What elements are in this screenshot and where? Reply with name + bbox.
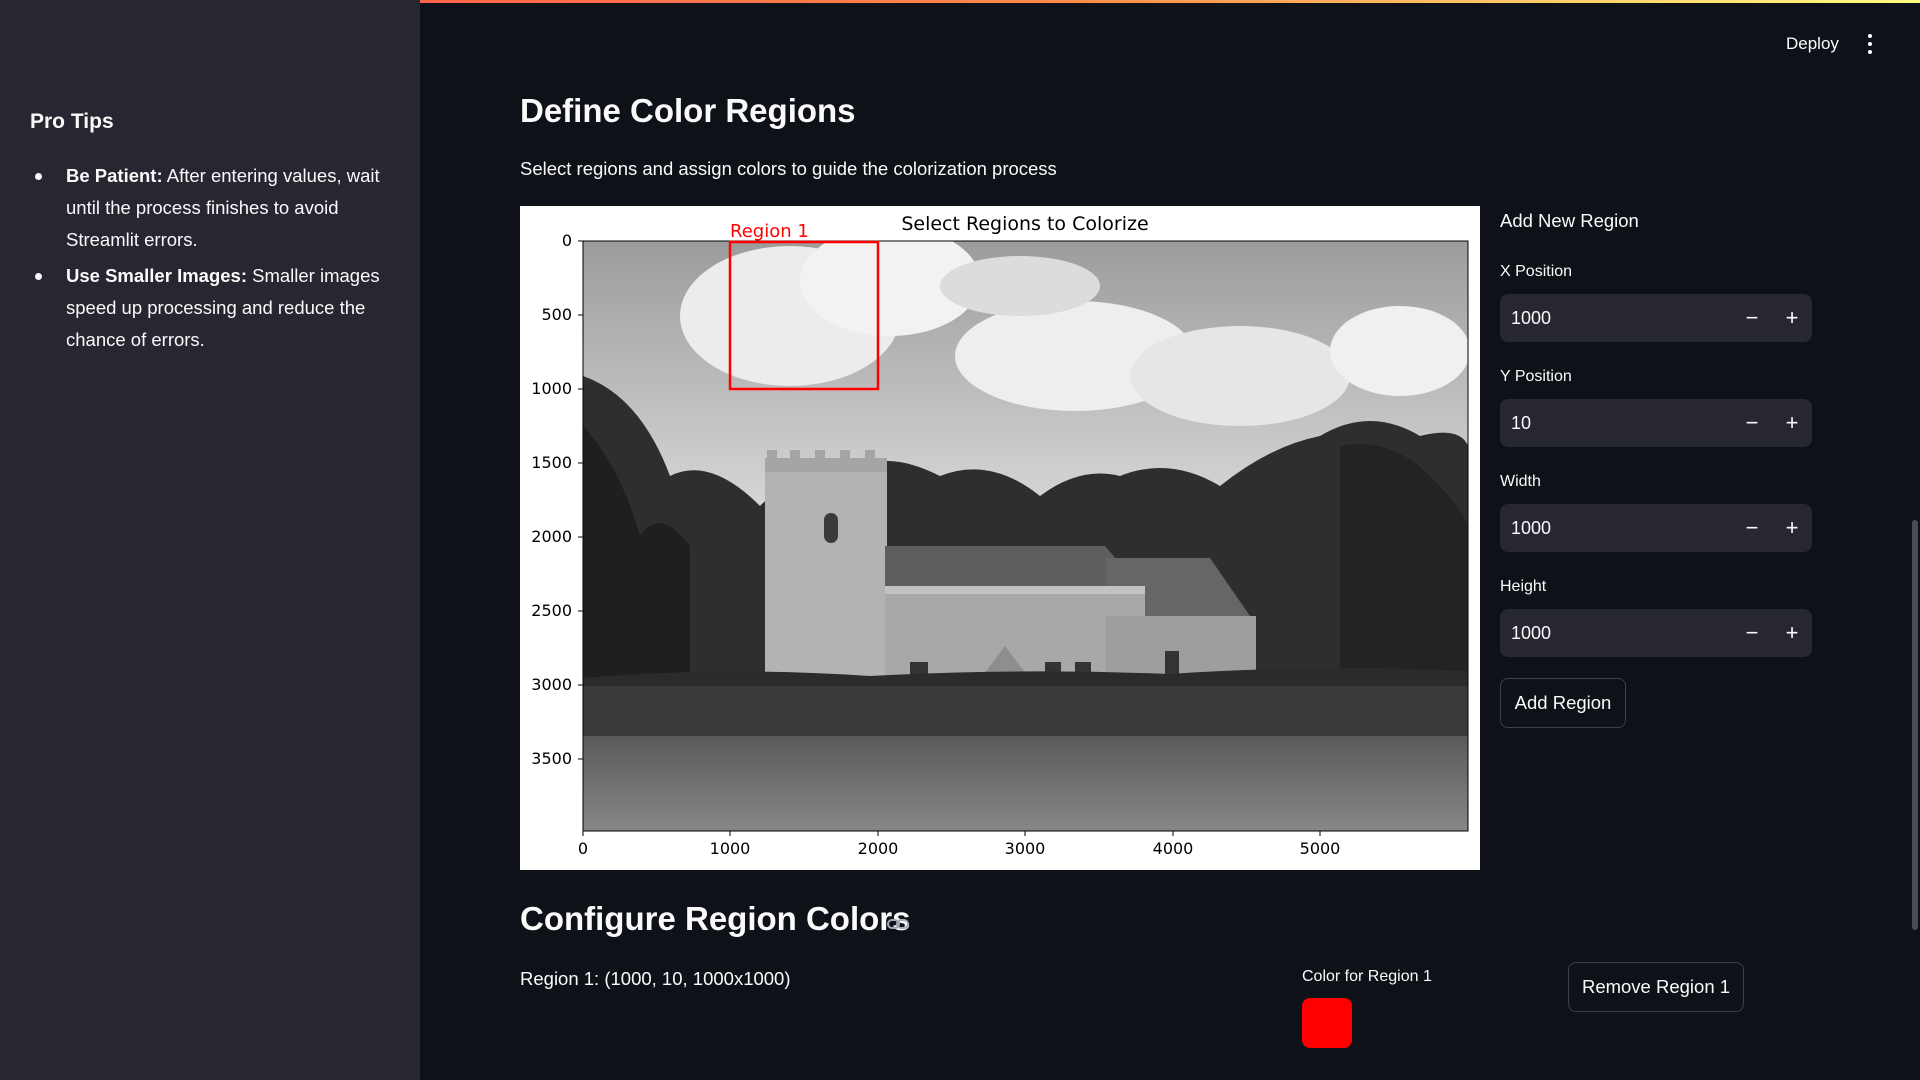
- tips-list: Be Patient: After entering values, wait …: [30, 160, 390, 360]
- add-region-button[interactable]: Add Region: [1500, 678, 1626, 728]
- width-value[interactable]: 1000: [1511, 518, 1551, 539]
- page-subtitle: Select regions and assign colors to guid…: [520, 158, 1057, 179]
- x-tick-label: 2000: [858, 839, 899, 858]
- x-position-label: X Position: [1500, 263, 1573, 280]
- width-input[interactable]: 1000 − +: [1500, 504, 1812, 552]
- x-tick-label: 0: [578, 839, 588, 858]
- tip-bold: Use Smaller Images:: [66, 265, 247, 286]
- y-tick-label: 1000: [531, 379, 572, 398]
- y-position-label: Y Position: [1500, 368, 1572, 385]
- region-1-color-label: Color for Region 1: [1302, 968, 1432, 985]
- width-label: Width: [1500, 473, 1541, 490]
- y-position-value[interactable]: 10: [1511, 413, 1531, 434]
- y-tick-label: 0: [562, 231, 572, 250]
- anchor-link-icon[interactable]: [886, 912, 910, 936]
- x-tick-label: 5000: [1300, 839, 1341, 858]
- y-position-input[interactable]: 10 − +: [1500, 399, 1812, 447]
- region-1-label: Region 1: [730, 221, 809, 242]
- y-decrement-button[interactable]: −: [1732, 399, 1772, 447]
- grayscale-photo: [583, 241, 1468, 831]
- height-label: Height: [1500, 578, 1547, 595]
- region-plot[interactable]: Region 1 Select Regions to Colorize 0 50…: [520, 206, 1480, 870]
- sidebar: Pro Tips Be Patient: After entering valu…: [0, 0, 420, 1080]
- width-increment-button[interactable]: +: [1772, 504, 1812, 552]
- x-decrement-button[interactable]: −: [1732, 294, 1772, 342]
- y-tick-label: 1500: [531, 453, 572, 472]
- y-tick-label: 2500: [531, 601, 572, 620]
- y-tick-label: 500: [541, 305, 572, 324]
- y-increment-button[interactable]: +: [1772, 399, 1812, 447]
- x-tick-label: 4000: [1153, 839, 1194, 858]
- width-decrement-button[interactable]: −: [1732, 504, 1772, 552]
- y-tick-label: 3500: [531, 749, 572, 768]
- region-1-summary: Region 1: (1000, 10, 1000x1000): [520, 968, 791, 989]
- kebab-menu-icon[interactable]: [1866, 34, 1874, 54]
- page-title: Define Color Regions: [520, 92, 856, 129]
- y-tick-label: 3000: [531, 675, 572, 694]
- sidebar-title: Pro Tips: [30, 110, 114, 133]
- configure-title: Configure Region Colors: [520, 900, 911, 937]
- x-axis: 0 1000 2000 3000 4000 5000: [578, 831, 1340, 858]
- deploy-button[interactable]: Deploy: [1786, 34, 1839, 54]
- remove-region-1-button[interactable]: Remove Region 1: [1568, 962, 1744, 1012]
- scrollbar[interactable]: [1912, 520, 1918, 930]
- x-tick-label: 3000: [1005, 839, 1046, 858]
- x-position-value[interactable]: 1000: [1511, 308, 1551, 329]
- x-increment-button[interactable]: +: [1772, 294, 1812, 342]
- y-axis: 0 500 1000 1500 2000 2500 3000 3500: [531, 231, 583, 768]
- plot-title: Select Regions to Colorize: [901, 213, 1148, 235]
- height-input[interactable]: 1000 − +: [1500, 609, 1812, 657]
- height-decrement-button[interactable]: −: [1732, 609, 1772, 657]
- add-region-title: Add New Region: [1500, 210, 1639, 231]
- tip-item: Use Smaller Images: Smaller images speed…: [30, 260, 390, 356]
- height-increment-button[interactable]: +: [1772, 609, 1812, 657]
- region-1-color-picker[interactable]: [1302, 998, 1352, 1048]
- y-tick-label: 2000: [531, 527, 572, 546]
- x-tick-label: 1000: [710, 839, 751, 858]
- tip-bold: Be Patient:: [66, 165, 163, 186]
- tip-item: Be Patient: After entering values, wait …: [30, 160, 390, 256]
- height-value[interactable]: 1000: [1511, 623, 1551, 644]
- x-position-input[interactable]: 1000 − +: [1500, 294, 1812, 342]
